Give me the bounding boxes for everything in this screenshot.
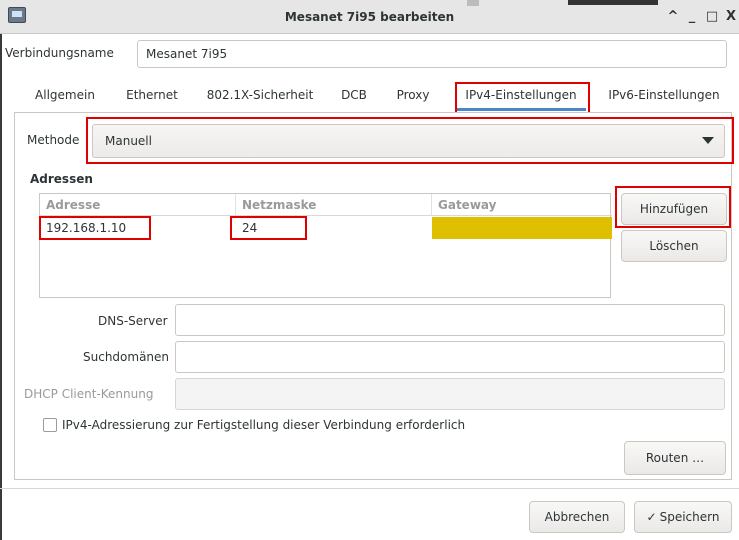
addresses-heading: Adressen — [30, 172, 93, 186]
tab-allgemein[interactable]: Allgemein — [22, 80, 108, 110]
cell-netmask[interactable]: 24 — [236, 217, 432, 239]
routes-button[interactable]: Routen … — [624, 441, 726, 475]
tab-bar: Allgemein Ethernet 802.1X-Sicherheit DCB… — [14, 80, 732, 112]
maximize-button[interactable]: □ — [703, 8, 721, 26]
minimize-button[interactable]: _ — [683, 8, 701, 26]
require-ipv4-checkbox[interactable] — [43, 418, 57, 432]
addresses-table: Adresse Netzmaske Gateway 192.168.1.10 2… — [39, 193, 612, 298]
column-header-netmask[interactable]: Netzmaske — [236, 194, 432, 216]
background-window-edge — [0, 34, 2, 540]
connection-name-label: Verbindungsname — [5, 46, 114, 60]
cell-gateway[interactable] — [432, 217, 612, 239]
checkmark-icon: ✓ — [646, 510, 657, 524]
method-dropdown[interactable]: Manuell — [92, 124, 725, 158]
cancel-button[interactable]: Abbrechen — [529, 501, 625, 533]
tab-ipv6-settings[interactable]: IPv6-Einstellungen — [600, 80, 728, 110]
column-header-gateway[interactable]: Gateway — [432, 194, 612, 216]
require-ipv4-label[interactable]: IPv4-Adressierung zur Fertigstellung die… — [62, 418, 465, 432]
column-header-address[interactable]: Adresse — [40, 194, 236, 216]
method-label: Methode — [27, 133, 80, 147]
dhcp-client-id-input — [175, 378, 725, 410]
dns-server-label: DNS-Server — [98, 314, 168, 328]
search-domains-label: Suchdomänen — [83, 350, 170, 364]
dropdown-arrow-icon — [702, 137, 714, 144]
tab-dcb[interactable]: DCB — [332, 80, 376, 110]
add-address-button[interactable]: Hinzufügen — [621, 193, 727, 225]
window-title: Mesanet 7i95 bearbeiten — [284, 10, 455, 24]
tab-proxy[interactable]: Proxy — [386, 80, 440, 110]
method-value: Manuell — [105, 134, 152, 148]
save-button-label: Speichern — [659, 510, 720, 524]
tab-ethernet[interactable]: Ethernet — [118, 80, 186, 110]
tab-ipv4-settings[interactable]: IPv4-Einstellungen — [456, 80, 586, 111]
connection-name-input[interactable]: Mesanet 7i95 — [137, 40, 727, 68]
cell-address[interactable]: 192.168.1.10 — [40, 217, 236, 239]
close-button[interactable]: X — [722, 8, 739, 26]
delete-address-button[interactable]: Löschen — [621, 230, 727, 262]
rollup-button[interactable]: ^ — [664, 8, 682, 26]
save-button[interactable]: ✓ Speichern — [634, 501, 732, 533]
search-domains-input[interactable] — [175, 341, 725, 373]
dhcp-client-id-label: DHCP Client-Kennung — [24, 387, 154, 401]
footer-separator — [0, 488, 739, 489]
dns-server-input[interactable] — [175, 304, 725, 336]
tab-8021x-security[interactable]: 802.1X-Sicherheit — [198, 80, 322, 110]
